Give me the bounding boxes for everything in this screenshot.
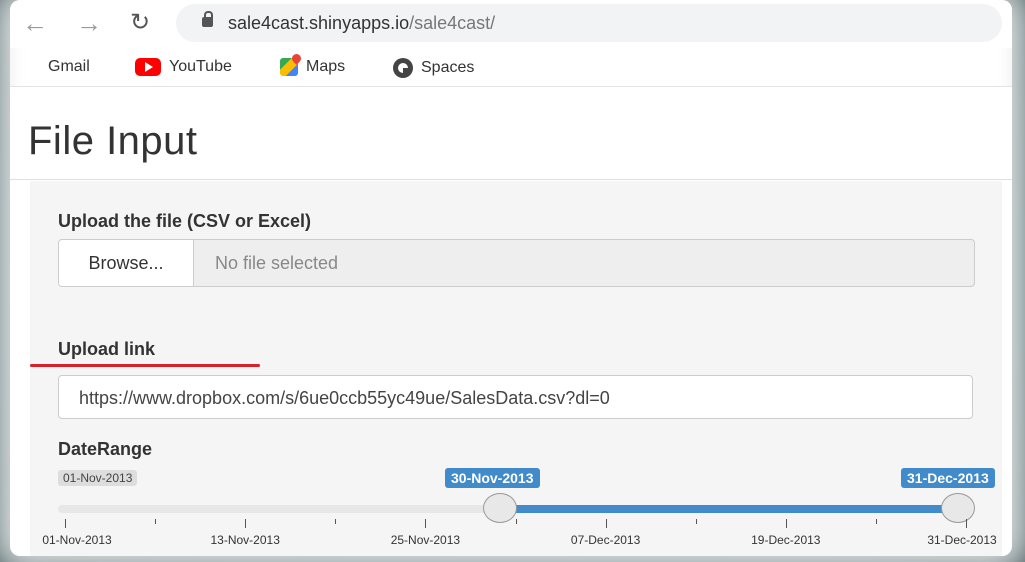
- page-title: File Input: [28, 119, 198, 163]
- bookmark-spaces[interactable]: Spaces: [393, 58, 474, 78]
- browser-toolbar: ← → ↻ sale4cast.shinyapps.io/sale4cast/: [10, 0, 1012, 48]
- file-upload-label: Upload the file (CSV or Excel): [58, 211, 312, 231]
- app-page: File Input Upload the file (CSV or Excel…: [10, 87, 1012, 556]
- slider-tick-label: 13-Nov-2013: [210, 533, 280, 547]
- lock-icon: [202, 11, 213, 27]
- slider-tick: [966, 519, 967, 528]
- url-path: /sale4cast/: [409, 13, 496, 33]
- slider-tick: [65, 519, 66, 528]
- slider-tick: [785, 519, 787, 528]
- youtube-icon: [135, 58, 161, 76]
- slider-tick: [875, 519, 877, 524]
- title-bar: File Input: [10, 87, 1012, 180]
- gmail-icon: [22, 60, 40, 74]
- date-range-label: DateRange: [58, 439, 153, 459]
- slider-tick: [515, 519, 517, 524]
- slider-tick-label: 19-Dec-2013: [751, 533, 821, 547]
- url-text: sale4cast.shinyapps.io/sale4cast/: [228, 13, 495, 34]
- slider-tick: [155, 519, 157, 524]
- url-host: sale4cast.shinyapps.io: [228, 13, 410, 33]
- reload-icon[interactable]: ↻: [130, 8, 150, 38]
- bookmarks-bar: Gmail YouTube Maps Spaces: [10, 52, 1012, 87]
- slider-tick-label: 31-Dec-2013: [927, 533, 997, 547]
- bookmark-gmail[interactable]: Gmail: [22, 58, 90, 76]
- upload-link-label: Upload link: [58, 339, 156, 359]
- upload-link-input[interactable]: https://www.dropbox.com/s/6ue0ccb55yc49u…: [58, 375, 973, 419]
- range-min-badge: 01-Nov-2013: [58, 470, 138, 486]
- bookmark-youtube[interactable]: YouTube: [135, 58, 232, 76]
- slider-tick-label: 07-Dec-2013: [570, 533, 641, 547]
- range-to-badge: 31-Dec-2013: [901, 468, 995, 488]
- annotation-underline: [30, 364, 260, 367]
- file-input[interactable]: Browse... No file selected: [58, 239, 975, 287]
- slider-tick: [335, 519, 337, 524]
- slider-tick: [605, 519, 607, 528]
- input-panel: Upload the file (CSV or Excel) Browse...…: [30, 181, 1002, 556]
- bookmark-label: Maps: [306, 58, 346, 75]
- range-from-badge: 30-Nov-2013: [445, 468, 540, 488]
- slider-tick: [245, 519, 247, 528]
- bookmark-maps[interactable]: Maps: [280, 58, 345, 76]
- bookmark-label: Spaces: [421, 59, 475, 76]
- browse-button[interactable]: Browse...: [59, 240, 194, 286]
- maps-icon: [280, 58, 298, 76]
- slider-selected-range[interactable]: [500, 505, 958, 513]
- back-arrow-icon[interactable]: ←: [22, 8, 48, 38]
- spaces-icon: [393, 58, 413, 78]
- browser-window: ← → ↻ sale4cast.shinyapps.io/sale4cast/ …: [10, 0, 1012, 556]
- bookmark-label: Gmail: [48, 58, 90, 75]
- bookmark-label: YouTube: [169, 58, 232, 75]
- file-status-text: No file selected: [215, 253, 339, 273]
- slider-tick-label: 25-Nov-2013: [390, 533, 461, 547]
- slider-tick: [695, 519, 697, 524]
- forward-arrow-icon[interactable]: →: [76, 8, 102, 38]
- slider-tick: [425, 519, 427, 528]
- slider-tick-label: 01-Nov-2013: [42, 533, 112, 547]
- address-bar[interactable]: sale4cast.shinyapps.io/sale4cast/: [176, 4, 1002, 42]
- slider-handle-to[interactable]: [941, 493, 975, 523]
- slider-handle-from[interactable]: [483, 493, 517, 523]
